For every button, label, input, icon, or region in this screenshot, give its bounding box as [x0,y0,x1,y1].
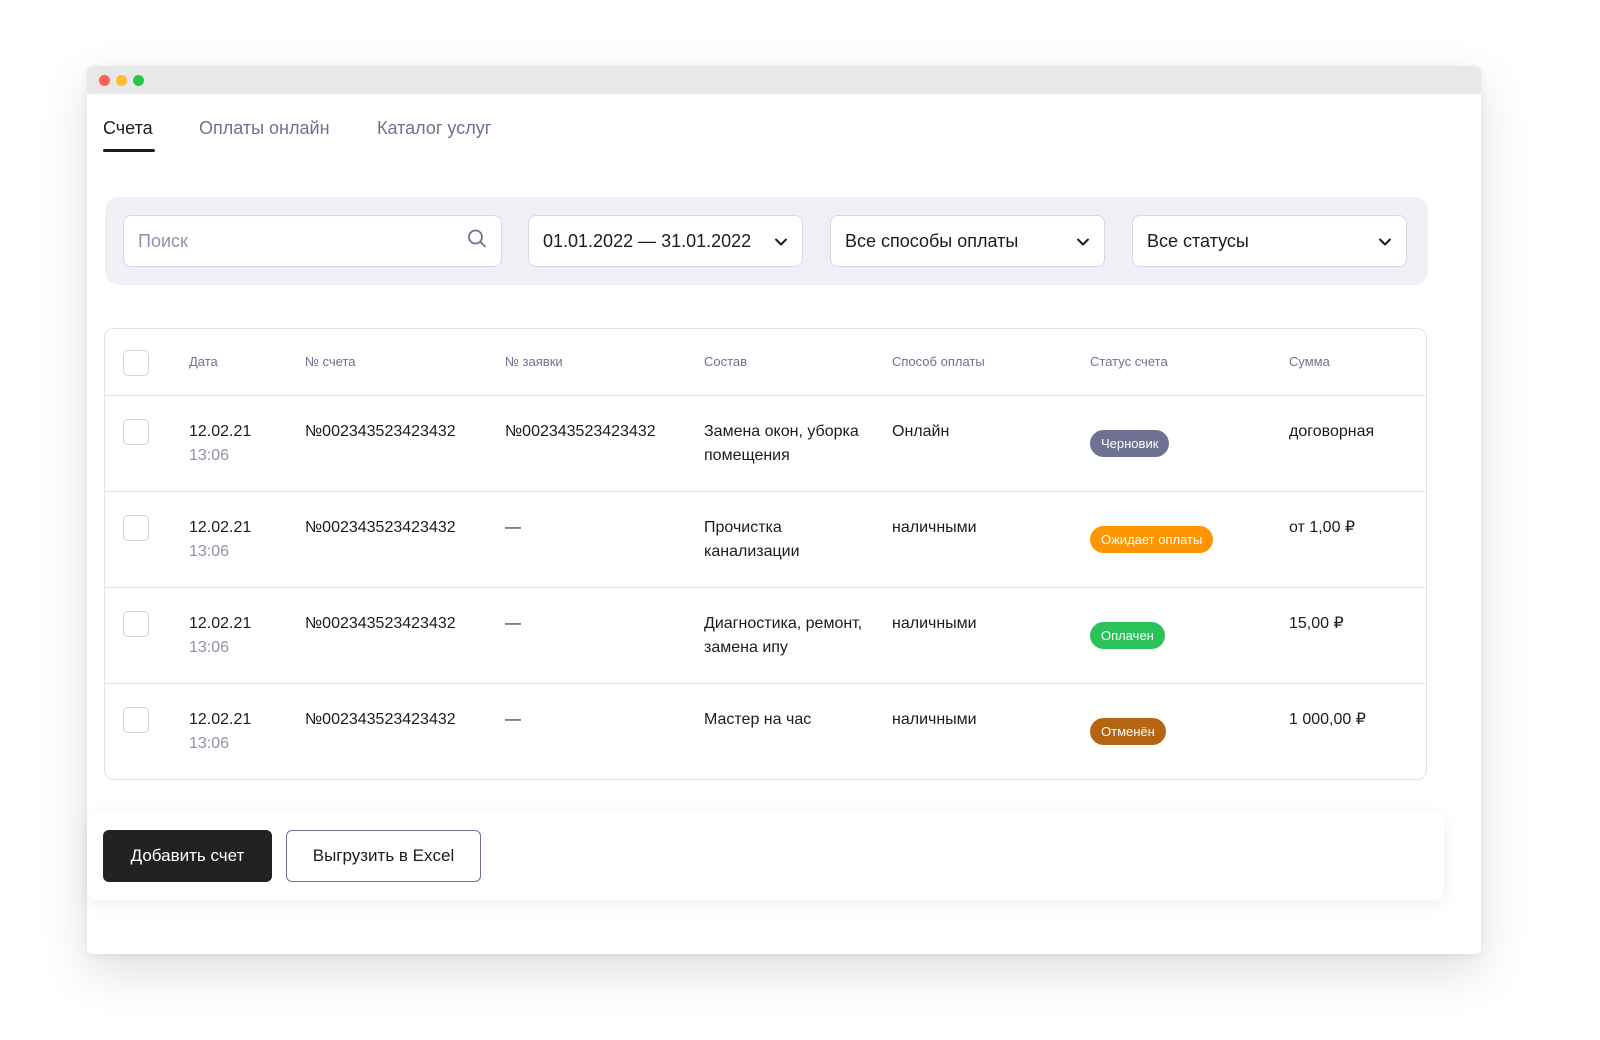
row-amount: от 1,00 ₽ [1289,519,1356,536]
row-date: 12.02.21 [189,423,252,440]
row-request-no[interactable]: №002343523423432 [505,420,656,444]
row-checkbox[interactable] [123,419,149,445]
status-badge: Черновик [1090,430,1170,457]
row-composition: Диагностика, ремонт, замена ипу [704,615,863,656]
tab-invoices[interactable]: Счета [103,118,153,139]
header-request-no[interactable]: № заявки [505,354,563,369]
row-payment-method: Онлайн [892,423,950,440]
row-time: 13:06 [189,543,230,560]
row-invoice-no[interactable]: №002343523423432 [305,516,456,540]
window-titlebar [87,66,1481,94]
actions-bar: Добавить счет Выгрузить в Excel [87,812,1444,900]
row-checkbox[interactable] [123,707,149,733]
row-composition: Прочистка канализации [704,519,800,560]
row-composition: Замена окон, уборка помещения [704,423,859,464]
export-excel-button[interactable]: Выгрузить в Excel [286,830,481,882]
payment-method-select[interactable]: Все способы оплаты [830,215,1105,267]
row-date: 12.02.21 [189,615,252,632]
search-input[interactable]: Поиск [123,215,502,267]
row-date: 12.02.21 [189,711,252,728]
table-row[interactable]: 12.02.21 13:06 №002343523423432 — Диагно… [105,588,1426,684]
chevron-down-icon [1378,231,1392,252]
invoices-table: Дата № счета № заявки Состав Способ опла… [104,328,1427,780]
status-badge: Оплачен [1090,622,1165,649]
header-amount[interactable]: Сумма [1289,354,1330,369]
table-row[interactable]: 12.02.21 13:06 №002343523423432 №0023435… [105,396,1426,492]
window-close-button[interactable] [99,75,110,86]
row-checkbox[interactable] [123,515,149,541]
window-minimize-button[interactable] [116,75,127,86]
add-invoice-button[interactable]: Добавить счет [103,830,272,882]
row-amount: договорная [1289,423,1375,440]
search-icon[interactable] [467,229,487,254]
filters-panel: Поиск 01.01.2022 — 31.01.2022 Все способ… [105,197,1428,285]
status-badge: Отменён [1090,718,1166,745]
table-row[interactable]: 12.02.21 13:06 №002343523423432 — Мастер… [105,684,1426,779]
status-select[interactable]: Все статусы [1132,215,1407,267]
date-range-value: 01.01.2022 — 31.01.2022 [543,230,752,251]
payment-method-value: Все способы оплаты [845,230,1019,251]
row-time: 13:06 [189,639,230,656]
date-range-select[interactable]: 01.01.2022 — 31.01.2022 [528,215,803,267]
active-tab-indicator [103,149,155,152]
row-request-no: — [505,615,521,632]
header-status[interactable]: Статус счета [1090,354,1168,369]
row-request-no: — [505,519,521,536]
window-maximize-button[interactable] [133,75,144,86]
app-window: Счета Оплаты онлайн Каталог услуг Поиск … [87,66,1481,954]
table-header-row: Дата № счета № заявки Состав Способ опла… [105,329,1426,396]
search-placeholder: Поиск [138,230,188,251]
header-composition[interactable]: Состав [704,354,747,369]
row-time: 13:06 [189,735,230,752]
row-invoice-no[interactable]: №002343523423432 [305,612,456,636]
row-payment-method: наличными [892,615,977,632]
row-payment-method: наличными [892,711,977,728]
header-payment-method[interactable]: Способ оплаты [892,354,985,369]
row-invoice-no[interactable]: №002343523423432 [305,420,456,444]
row-date: 12.02.21 [189,519,252,536]
status-value: Все статусы [1147,230,1249,251]
row-amount: 15,00 ₽ [1289,615,1344,632]
tab-services-catalog[interactable]: Каталог услуг [377,118,491,139]
row-time: 13:06 [189,447,230,464]
chevron-down-icon [1076,231,1090,252]
table-row[interactable]: 12.02.21 13:06 №002343523423432 — Прочис… [105,492,1426,588]
status-badge: Ожидает оплаты [1090,526,1214,553]
row-payment-method: наличными [892,519,977,536]
row-invoice-no[interactable]: №002343523423432 [305,708,456,732]
chevron-down-icon [774,231,788,252]
row-checkbox[interactable] [123,611,149,637]
row-request-no: — [505,711,521,728]
tab-online-payments[interactable]: Оплаты онлайн [199,118,330,139]
row-amount: 1 000,00 ₽ [1289,711,1366,728]
select-all-checkbox[interactable] [123,350,149,376]
row-composition: Мастер на час [704,711,812,728]
header-invoice-no[interactable]: № счета [305,354,356,369]
header-date[interactable]: Дата [189,354,218,369]
